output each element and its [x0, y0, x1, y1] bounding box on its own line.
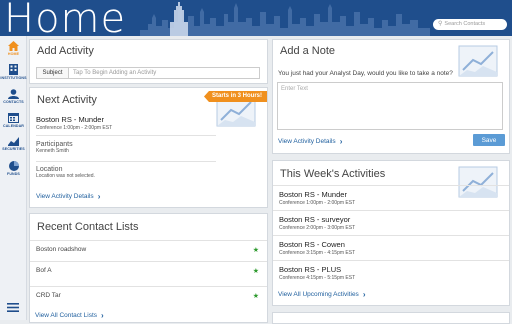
sidebar-item-institutions[interactable]: INSTITUTIONS	[0, 60, 27, 84]
participants-label: Participants	[36, 141, 73, 148]
next-activity-panel: Starts in 3 Hours! Next Activity Boston …	[29, 87, 268, 208]
home-icon	[8, 40, 19, 51]
pie-icon	[8, 160, 19, 171]
chevron-right-icon: ›	[339, 137, 343, 146]
chart-card-decoration-icon	[458, 45, 498, 77]
note-textarea[interactable]: Enter Text	[277, 82, 503, 130]
activity-name: Boston RS - PLUS	[279, 265, 342, 274]
subject-input[interactable]: Tap To Begin Adding an Activity	[69, 68, 259, 78]
app-header: Home ⚲ Search Contacts	[0, 0, 512, 36]
view-activity-details-link[interactable]: View Activity Details ›	[278, 137, 342, 146]
search-placeholder: Search Contacts	[444, 21, 486, 27]
location-value: Location was not selected.	[36, 173, 95, 179]
sidebar-item-calendar[interactable]: CALENDAR	[0, 108, 27, 132]
activity-name: Boston RS - Cowen	[279, 240, 345, 249]
activity-name: Boston RS - Munder	[279, 190, 347, 199]
star-icon[interactable]: ★	[253, 246, 259, 254]
add-activity-panel: Add Activity Subject Tap To Begin Adding…	[29, 39, 268, 84]
activity-name: Boston RS - Munder	[36, 115, 104, 124]
calendar-icon	[8, 113, 19, 123]
city-skyline-illustration	[140, 2, 430, 36]
star-icon[interactable]: ★	[253, 267, 259, 275]
link-label: View Activity Details	[278, 138, 336, 145]
list-item[interactable]: Boston RS - Cowen Conference 3:15pm - 4:…	[273, 235, 509, 259]
contact-list-name: CRD Tar	[36, 292, 61, 299]
divider	[36, 161, 216, 162]
participants-value: Kenneth Smith	[36, 148, 69, 154]
activity-name: Boston RS - surveyor	[279, 215, 351, 224]
week-activities-panel: This Week's Activities Boston RS - Munde…	[272, 160, 510, 306]
chevron-right-icon: ›	[362, 290, 366, 299]
list-item[interactable]: Boston RS - PLUS Conference 4:15pm - 5:1…	[273, 260, 509, 284]
next-panel-partial	[272, 312, 510, 324]
chart-icon	[8, 137, 19, 146]
starts-soon-badge: Starts in 3 Hours!	[203, 91, 267, 102]
contact-list-name: Boston roadshow	[36, 246, 87, 253]
activity-time: Conference 3:15pm - 4:15pm EST	[279, 250, 356, 256]
link-label: View All Contact Lists	[35, 312, 98, 319]
list-item[interactable]: Boston roadshow ★	[30, 240, 267, 258]
recent-contact-lists-panel: Recent Contact Lists Boston roadshow ★ B…	[29, 213, 268, 323]
note-prompt: You just had your Analyst Day, would you…	[278, 70, 453, 77]
activity-entry[interactable]: Boston RS - Munder Conference 1:00pm - 2…	[36, 115, 112, 131]
sidebar-item-label: CONTACTS	[3, 99, 24, 104]
star-icon[interactable]: ★	[253, 292, 259, 300]
chevron-right-icon: ›	[101, 311, 104, 320]
menu-icon[interactable]	[7, 303, 19, 312]
subject-label: Subject	[37, 68, 69, 78]
chevron-right-icon: ›	[97, 192, 101, 201]
list-item[interactable]: Boston RS - surveyor Conference 2:00pm -…	[273, 210, 509, 234]
sidebar-item-contacts[interactable]: CONTACTS	[0, 84, 27, 108]
location-label: Location	[36, 166, 63, 173]
link-label: View Activity Details	[36, 193, 94, 200]
activity-time: Conference 1:00pm - 2:00pm EST	[36, 125, 113, 131]
activity-time: Conference 2:00pm - 3:00pm EST	[279, 225, 356, 231]
sidebar-item-label: SECURITIES	[2, 147, 25, 151]
sidebar-item-securities[interactable]: SECURITIES	[0, 132, 27, 156]
sidebar-item-funds[interactable]: FUNDS	[0, 156, 27, 180]
building-icon	[9, 64, 18, 75]
view-activity-details-link[interactable]: View Activity Details ›	[36, 192, 100, 201]
sidebar-item-label: INSTITUTIONS	[0, 76, 27, 80]
search-icon: ⚲	[438, 21, 443, 27]
sidebar-item-label: CALENDAR	[3, 124, 24, 128]
add-note-panel: Add a Note You just had your Analyst Day…	[272, 39, 510, 154]
panel-title: Add Activity	[37, 45, 94, 57]
panel-title: Next Activity	[37, 94, 97, 106]
view-all-upcoming-activities-link[interactable]: View All Upcoming Activities ›	[278, 290, 365, 299]
panel-title: Recent Contact Lists	[37, 221, 139, 233]
panel-title: Add a Note	[280, 45, 336, 57]
divider	[36, 135, 216, 136]
save-button[interactable]: Save	[473, 134, 505, 146]
sidebar-item-home[interactable]: HOME	[0, 36, 27, 60]
sidebar-item-label: HOME	[7, 51, 20, 56]
participants-section: Participants Kenneth Smith	[36, 141, 73, 154]
activity-time: Conference 4:15pm - 5:15pm EST	[279, 275, 356, 281]
activity-time: Conference 1:00pm - 2:00pm EST	[279, 200, 356, 206]
search-contacts-input[interactable]: ⚲ Search Contacts	[433, 19, 507, 30]
list-item[interactable]: Bof A ★	[30, 261, 267, 279]
view-all-contact-lists-link[interactable]: View All Contact Lists ›	[35, 311, 104, 320]
list-item[interactable]: CRD Tar ★	[30, 286, 267, 304]
sidebar-nav: HOME INSTITUTIONS CONTACTS CALENDAR SECU…	[0, 36, 27, 320]
contact-list-name: Bof A	[36, 267, 52, 274]
subject-field[interactable]: Subject Tap To Begin Adding an Activity	[36, 67, 260, 79]
list-item[interactable]: Boston RS - Munder Conference 1:00pm - 2…	[273, 185, 509, 209]
panel-title: This Week's Activities	[280, 168, 386, 180]
link-label: View All Upcoming Activities	[278, 291, 359, 298]
sidebar-item-label: FUNDS	[7, 171, 20, 176]
page-title: Home	[4, 0, 127, 36]
location-section: Location Location was not selected.	[36, 166, 95, 179]
contacts-icon	[8, 88, 19, 99]
